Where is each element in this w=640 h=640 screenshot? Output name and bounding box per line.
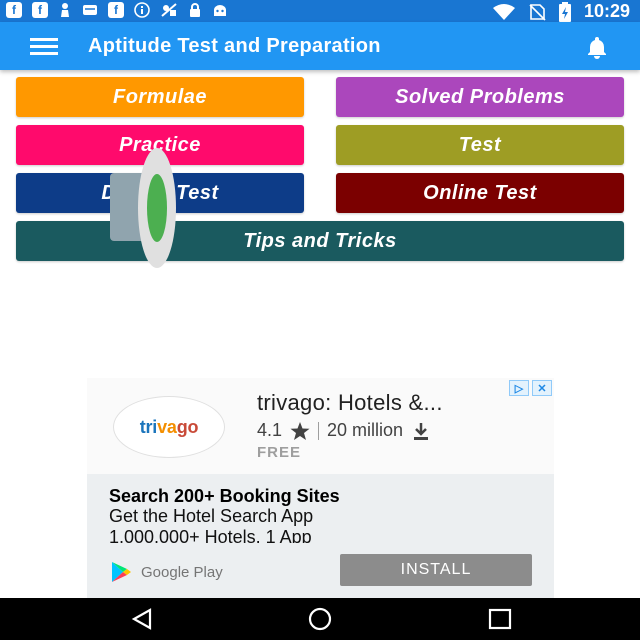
star-icon [290,421,310,440]
no-sim-icon [529,3,546,21]
ad-banner[interactable]: ▷ ✕ trivago trivago: Hotels &... 4.1 20 … [87,378,554,598]
app-bar: Aptitude Test and Preparation [0,22,640,70]
battery-charging-icon [558,1,571,22]
hamburger-menu-icon[interactable] [30,38,58,56]
ad-app-title: trivago: Hotels &... [257,390,443,415]
online-test-button[interactable]: Online Test [336,173,624,213]
app-title: Aptitude Test and Preparation [88,35,381,57]
download-icon [414,422,429,440]
facebook-icon: f [108,2,124,18]
info-icon [134,2,150,18]
ad-header: ▷ ✕ trivago trivago: Hotels &... 4.1 20 … [87,378,554,474]
wifi-icon [492,3,515,20]
ad-choices-icon[interactable]: ▷ [509,380,529,396]
home-icon[interactable] [306,607,334,631]
facebook-icon: f [6,2,22,18]
ad-downloads: 20 million [327,420,404,440]
install-button[interactable]: INSTALL [340,554,532,586]
message-icon [83,5,97,15]
ad-meta: 4.1 20 million [257,420,431,441]
android-icon [214,5,226,16]
formulae-button[interactable]: Formulae [16,77,304,117]
recents-icon[interactable] [486,607,514,631]
no-signal-icon [161,3,177,17]
ad-rating: 4.1 [257,420,283,440]
solved-problems-button[interactable]: Solved Problems [336,77,624,117]
google-play-icon [112,562,131,582]
test-button[interactable]: Test [336,125,624,165]
ad-line-1: Get the Hotel Search App [109,506,314,526]
status-bar: f f f 10:29 [0,0,640,22]
ad-headline: Search 200+ Booking Sites [109,486,340,506]
navigation-bar [0,598,640,640]
bell-icon[interactable] [584,34,610,60]
clock: 10:29 [583,1,630,21]
lock-icon [190,3,200,17]
ad-line-2: 1,000,000+ Hotels, 1 App [109,527,312,543]
ad-price: FREE [257,444,302,461]
ad-close-icon[interactable]: ✕ [532,380,552,396]
facebook-icon: f [32,2,48,18]
back-icon[interactable] [128,607,156,631]
trivago-logo: trivago [113,396,225,458]
floating-overlay-widget[interactable] [108,147,178,269]
google-play-badge: Google Play [109,560,223,584]
chess-icon [61,3,69,17]
